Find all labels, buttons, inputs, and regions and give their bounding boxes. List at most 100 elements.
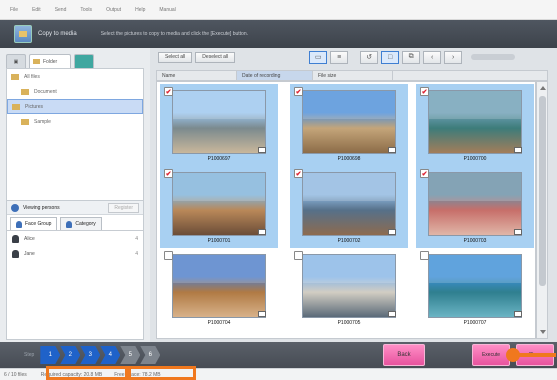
file-count: 6 / 10 files — [4, 371, 27, 378]
rotate-icon[interactable]: ↺ — [360, 50, 379, 64]
step-3: 3 — [80, 346, 101, 364]
viewing-persons-title: Viewing persons — [23, 204, 60, 211]
select-checkbox[interactable]: ✔ — [294, 169, 303, 178]
photo-name: P1000705 — [337, 320, 361, 326]
compare-icon[interactable]: ⧉ — [402, 50, 421, 64]
menu-edit[interactable]: Edit — [32, 7, 41, 13]
menu-help[interactable]: Help — [135, 7, 145, 13]
photo-thumbnail[interactable] — [302, 172, 396, 236]
header-bar: Copy to media Select the pictures to cop… — [0, 20, 557, 48]
person-row[interactable]: Jane 4 — [7, 246, 143, 261]
person-icon — [12, 234, 19, 243]
person-name: Jane — [24, 250, 35, 257]
execute-button[interactable]: Execute — [472, 344, 510, 366]
select-checkbox[interactable]: ✔ — [420, 87, 429, 96]
photo-name: P1000707 — [463, 320, 487, 326]
scroll-thumb[interactable] — [539, 96, 546, 286]
folder-icon — [11, 73, 19, 80]
select-checkbox[interactable]: ✔ — [420, 169, 429, 178]
tree-item-sample[interactable]: Sample — [7, 114, 143, 129]
back-button[interactable]: Back — [383, 344, 425, 366]
thumbnail-item[interactable]: P1000704 — [160, 248, 278, 330]
list-view-icon[interactable]: ≡ — [330, 50, 349, 64]
menu-file[interactable]: File — [10, 7, 18, 13]
register-button[interactable]: Register — [108, 202, 139, 213]
menu-send[interactable]: Send — [55, 7, 67, 13]
menu-tools[interactable]: Tools — [80, 7, 92, 13]
photo-thumbnail[interactable] — [302, 90, 396, 154]
free-space-highlight — [128, 366, 196, 380]
person-tabs: Face Group Category — [7, 215, 143, 231]
select-checkbox[interactable] — [420, 251, 429, 260]
photo-thumbnail[interactable] — [428, 254, 522, 318]
file-type-icon — [258, 311, 266, 317]
copy-to-media-icon — [14, 25, 32, 43]
thumbnail-panel: Select all Deselect all ▭ ≡ ↺ □ ⧉ ‹ › Na… — [150, 48, 557, 342]
scroll-up-icon[interactable] — [540, 86, 546, 90]
step-4: 4 — [100, 346, 121, 364]
person-count: 4 — [135, 235, 138, 242]
vertical-scrollbar[interactable] — [536, 81, 548, 339]
photo-thumbnail[interactable] — [428, 172, 522, 236]
select-all-button[interactable]: Select all — [158, 51, 193, 63]
tree-item-pictures[interactable]: Pictures — [7, 99, 143, 114]
photo-name: P1000702 — [337, 238, 361, 244]
tree-item-label: All files — [24, 73, 40, 80]
callout-line — [518, 353, 556, 357]
thumbnail-grid: ✔ P1000697 ✔ P1000698 ✔ P1000700 ✔ P1000701 ✔ P10… — [156, 81, 536, 339]
next-icon[interactable]: › — [444, 50, 463, 64]
thumbnail-item[interactable]: P1000707 — [416, 248, 534, 330]
tab-category[interactable]: Category — [60, 217, 102, 230]
photo-thumbnail[interactable] — [302, 254, 396, 318]
previous-icon[interactable]: ‹ — [423, 50, 442, 64]
person-icon — [11, 203, 19, 212]
tree-item-all-files[interactable]: All files — [7, 69, 143, 84]
thumbnail-item[interactable]: P1000705 — [290, 248, 408, 330]
tab-folder-label: Folder — [43, 58, 58, 65]
deselect-all-button[interactable]: Deselect all — [195, 51, 236, 63]
tree-item-label: Sample — [34, 118, 51, 125]
menu-bar: File Edit Send Tools Output Help Manual — [0, 0, 557, 20]
photo-name: P1000703 — [463, 238, 487, 244]
photo-name: P1000700 — [463, 156, 487, 162]
zoom-slider[interactable] — [471, 54, 516, 60]
thumbnail-item[interactable]: ✔ P1000703 — [416, 166, 534, 248]
select-checkbox[interactable]: ✔ — [294, 87, 303, 96]
tab-folder[interactable]: Folder — [29, 54, 71, 68]
menu-manual[interactable]: Manual — [159, 7, 175, 13]
file-type-icon — [258, 147, 266, 153]
viewing-persons-panel: Viewing persons Register Face Group Cate… — [6, 200, 144, 340]
tab-device[interactable] — [74, 54, 94, 68]
select-checkbox[interactable] — [294, 251, 303, 260]
step-6: 6 — [140, 346, 161, 364]
photo-thumbnail[interactable] — [428, 90, 522, 154]
thumbnail-item[interactable]: ✔ P1000698 — [290, 84, 408, 166]
photo-thumbnail[interactable] — [172, 90, 266, 154]
person-icon — [16, 220, 22, 228]
file-type-icon — [514, 311, 522, 317]
person-row[interactable]: Alice 4 — [7, 231, 143, 246]
frame-icon[interactable]: □ — [381, 50, 400, 64]
page-title: Copy to media — [38, 31, 77, 37]
photo-thumbnail[interactable] — [172, 254, 266, 318]
tree-item-label: Pictures — [25, 103, 44, 110]
thumbnail-view-icon[interactable]: ▭ — [309, 50, 328, 64]
scroll-down-icon[interactable] — [540, 330, 546, 334]
thumbnail-item[interactable]: ✔ P1000701 — [160, 166, 278, 248]
column-name[interactable]: Name — [157, 71, 237, 80]
tab-media[interactable]: ▣ — [6, 54, 26, 68]
select-checkbox[interactable]: ✔ — [164, 169, 173, 178]
thumbnail-item[interactable]: ✔ P1000697 — [160, 84, 278, 166]
select-checkbox[interactable] — [164, 251, 173, 260]
column-file-size[interactable]: File size — [313, 71, 393, 80]
thumbnail-item[interactable]: ✔ P1000702 — [290, 166, 408, 248]
tab-face-group[interactable]: Face Group — [10, 217, 58, 230]
select-checkbox[interactable]: ✔ — [164, 87, 173, 96]
column-date[interactable]: Date of recording — [237, 71, 313, 80]
toolbar: Select all Deselect all ▭ ≡ ↺ □ ⧉ ‹ › — [150, 48, 557, 66]
menu-output[interactable]: Output — [106, 7, 121, 13]
photo-thumbnail[interactable] — [172, 172, 266, 236]
tree-item-document[interactable]: Document — [7, 84, 143, 99]
file-type-icon — [514, 229, 522, 235]
thumbnail-item[interactable]: ✔ P1000700 — [416, 84, 534, 166]
